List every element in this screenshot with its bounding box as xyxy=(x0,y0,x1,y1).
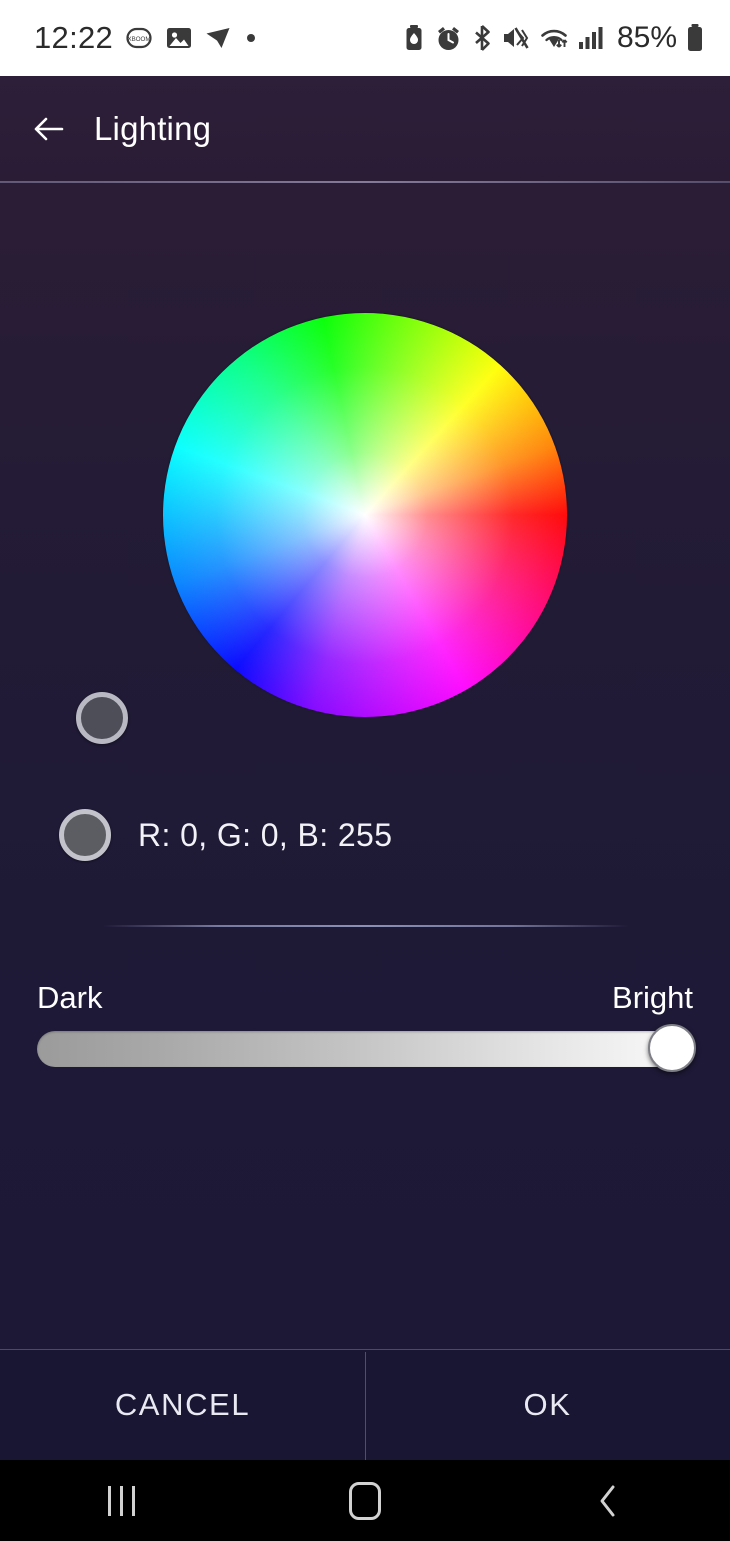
svg-text:XBOOM: XBOOM xyxy=(128,36,151,43)
cancel-button[interactable]: CANCEL xyxy=(0,1350,365,1460)
ok-button[interactable]: OK xyxy=(365,1350,730,1460)
section-divider xyxy=(103,925,628,927)
brightness-max-label: Bright xyxy=(612,980,693,1015)
brightness-slider[interactable] xyxy=(37,1024,696,1072)
status-bar-left-group: 12:22 XBOOM xyxy=(34,20,256,56)
chevron-left-icon xyxy=(600,1485,615,1516)
alarm-icon xyxy=(435,25,462,52)
lighting-panel: R: 0, G: 0, B: 255 Dark Bright xyxy=(0,183,730,1350)
recents-icon xyxy=(108,1485,136,1516)
page-title: Lighting xyxy=(94,110,212,147)
battery-icon xyxy=(686,23,704,53)
bluetooth-icon xyxy=(471,24,493,52)
back-button[interactable] xyxy=(22,102,76,156)
battery-saver-icon xyxy=(402,24,426,52)
mute-vibrate-icon xyxy=(502,25,530,51)
status-bar-clock: 12:22 xyxy=(34,20,114,55)
color-wheel-area[interactable] xyxy=(163,313,567,717)
nav-recents-button[interactable] xyxy=(62,1460,182,1541)
status-bar: 12:22 XBOOM 85% xyxy=(0,0,730,76)
image-icon xyxy=(165,24,193,52)
selected-color-label: R: 0, G: 0, B: 255 xyxy=(138,816,393,853)
battery-percent-label: 85% xyxy=(616,21,677,54)
dot-indicator-icon xyxy=(247,34,256,42)
nav-home-button[interactable] xyxy=(305,1460,425,1541)
action-bar-separator xyxy=(365,1352,366,1460)
home-icon xyxy=(348,1481,381,1520)
status-bar-right-group: 85% xyxy=(402,21,704,55)
signal-bars-icon xyxy=(578,25,604,51)
nav-back-button[interactable] xyxy=(548,1460,668,1541)
system-nav-bar xyxy=(0,1460,730,1541)
telegram-icon xyxy=(204,24,232,52)
brightness-labels: Dark Bright xyxy=(37,980,693,1016)
brightness-slider-track[interactable] xyxy=(37,1031,693,1067)
brightness-min-label: Dark xyxy=(37,980,103,1015)
selected-color-row: R: 0, G: 0, B: 255 xyxy=(59,809,392,861)
xboom-icon: XBOOM xyxy=(124,23,154,53)
app-bar: Lighting xyxy=(0,76,730,182)
color-wheel-handle[interactable] xyxy=(76,692,128,744)
color-wheel[interactable] xyxy=(163,313,567,717)
brightness-slider-thumb[interactable] xyxy=(648,1024,696,1072)
selected-color-swatch[interactable] xyxy=(59,809,111,861)
arrow-left-icon xyxy=(34,117,64,141)
wifi-icon xyxy=(539,25,569,51)
